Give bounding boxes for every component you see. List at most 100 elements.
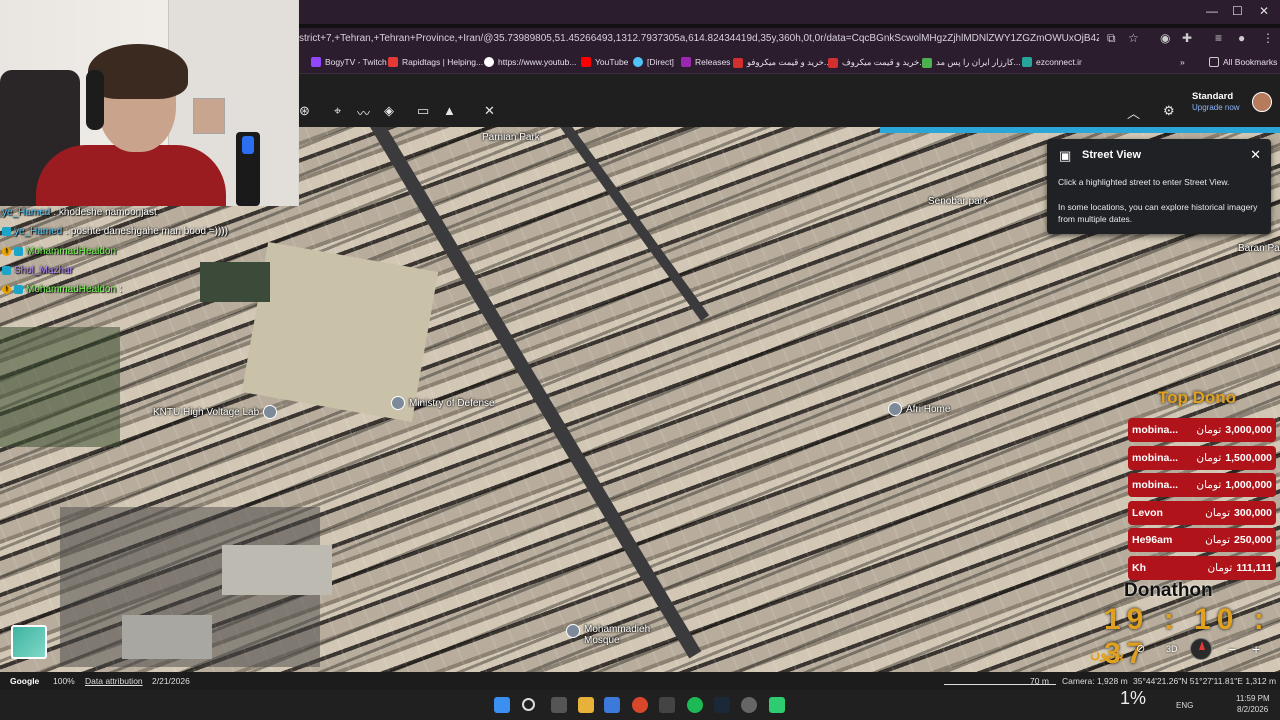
- bookmark-item[interactable]: Releases: [681, 57, 730, 67]
- minimize-button[interactable]: —: [1206, 4, 1218, 18]
- bookmark-item[interactable]: BogyTV - Twitch: [311, 57, 387, 67]
- account-plan: Standard: [1192, 91, 1234, 102]
- app-icon[interactable]: [769, 697, 785, 713]
- profile-icon[interactable]: ●: [1238, 31, 1245, 45]
- menu-icon[interactable]: ⋮: [1262, 31, 1274, 45]
- clock-time[interactable]: 11:59 PM: [1236, 694, 1270, 703]
- start-icon[interactable]: [494, 697, 510, 713]
- more-bookmarks-chevron-icon[interactable]: »: [1180, 57, 1185, 67]
- bookmark-item[interactable]: YouTube: [581, 57, 628, 67]
- place-pin[interactable]: Afri Home: [888, 402, 950, 416]
- street-view-panel: ▣ Street View ✕ Click a highlighted stre…: [1047, 139, 1271, 234]
- bookmark-item[interactable]: کارزار ایران را پس مد...: [922, 57, 1021, 68]
- media-icon[interactable]: ≡: [1215, 31, 1222, 45]
- bookmark-item[interactable]: خرید و قیمت میکروفو...: [733, 57, 831, 68]
- share-icon[interactable]: ✕: [484, 103, 495, 119]
- compass-icon[interactable]: [1190, 638, 1212, 660]
- place-pin[interactable]: Mohammadieh Mosque: [566, 624, 650, 646]
- ezconnect-icon: [1022, 57, 1032, 67]
- donation-list: mobina... تومان 3,000,000 mobina... تومان 1,…: [1128, 418, 1276, 584]
- image-capture-icon[interactable]: ▲: [443, 103, 456, 118]
- pin-icon: [888, 402, 902, 416]
- tree-area: [0, 327, 120, 447]
- zoom-in-button[interactable]: +: [1252, 641, 1260, 657]
- clock-date[interactable]: 8/2/2026: [1237, 705, 1268, 714]
- pin-icon: [263, 405, 278, 419]
- spotify-icon[interactable]: [687, 697, 703, 713]
- map-status-bar: Google 100% Data attribution 2/21/2026 7…: [0, 672, 1280, 690]
- avatar[interactable]: [1252, 92, 1272, 112]
- bookmark-item[interactable]: [Direct]: [633, 57, 674, 67]
- screen: — ☐ ✕ strict+7,+Tehran,+Tehran+Province,…: [0, 0, 1280, 720]
- puzzle-icon[interactable]: ✚: [1182, 31, 1192, 45]
- obs-icon[interactable]: [741, 697, 757, 713]
- coordinates: 35°44'21.26"N 51°27'11.81"E 1,312 m: [1133, 676, 1277, 686]
- zoom-out-button[interactable]: −: [1228, 641, 1236, 657]
- task-view-icon[interactable]: [551, 697, 567, 713]
- chat-overlay: ye_Hamed: khodeshe namoonjast ye_Hamed: …: [0, 203, 300, 299]
- language-indicator[interactable]: ENG: [1176, 701, 1193, 710]
- sub-badge-icon: [2, 266, 11, 276]
- place-label[interactable]: Senobar park: [928, 196, 988, 207]
- campaign-icon: [922, 57, 932, 68]
- place-label[interactable]: Baran Par: [1238, 243, 1280, 254]
- streamer: [16, 30, 226, 206]
- donathon-timer: 19 : 10 : 37: [1104, 603, 1270, 670]
- chat-message: ! MohammadHealdon:: [0, 280, 300, 299]
- steam-icon[interactable]: [714, 697, 730, 713]
- app-icon[interactable]: [659, 697, 675, 713]
- place-pin[interactable]: KNTU High Voltage Lab: [153, 405, 278, 419]
- close-icon[interactable]: ✕: [1250, 147, 1261, 163]
- settings-gear-icon[interactable]: ⚙: [1163, 103, 1175, 119]
- bookmark-star-icon[interactable]: ☆: [1128, 31, 1139, 45]
- bookmark-item[interactable]: خرید و قیمت میکروف...: [828, 57, 926, 68]
- place-label[interactable]: Parnian Park: [482, 132, 540, 143]
- ruler-icon[interactable]: ▭: [417, 103, 429, 119]
- 3d-toggle[interactable]: 3D: [1166, 644, 1178, 654]
- map-style-thumbnail[interactable]: [11, 625, 47, 659]
- vscode-icon[interactable]: [604, 697, 620, 713]
- path-icon[interactable]: 〰: [357, 103, 370, 122]
- maximize-button[interactable]: ☐: [1232, 4, 1243, 18]
- mod-badge-icon: !: [2, 285, 11, 295]
- viewers-label: پانتون: [1090, 645, 1124, 661]
- building: [222, 545, 332, 595]
- chat-message: Shol_Mazhar: [0, 261, 300, 280]
- no-tilt-icon[interactable]: ⊘: [1136, 642, 1145, 655]
- place-pin[interactable]: Ministry of Defense: [391, 396, 495, 410]
- search-icon[interactable]: [522, 698, 535, 711]
- layers-icon[interactable]: ◈: [384, 103, 394, 119]
- voyager-icon[interactable]: ⊛: [299, 103, 310, 119]
- upgrade-link[interactable]: Upgrade now: [1192, 103, 1240, 112]
- url-text[interactable]: strict+7,+Tehran,+Tehran+Province,+Iran/…: [299, 33, 1099, 44]
- zoom-level: 100%: [53, 676, 75, 686]
- microphone: [236, 132, 260, 206]
- sub-badge-icon: [14, 246, 23, 256]
- placemark-icon[interactable]: ⌖: [334, 103, 341, 119]
- all-bookmarks-button[interactable]: All Bookmarks: [1209, 57, 1277, 67]
- bookmark-item[interactable]: ezconnect.ir: [1022, 57, 1082, 67]
- highlighted-street: [880, 127, 1280, 133]
- donation-row: mobina... تومان 1,000,000: [1128, 473, 1276, 498]
- collapse-chevron-icon[interactable]: ︿: [1127, 103, 1140, 122]
- imagery-date: 2/21/2026: [152, 676, 190, 686]
- side-road: [560, 127, 710, 322]
- panel-text: In some locations, you can explore histo…: [1058, 202, 1258, 225]
- bookmark-item[interactable]: https://www.youtub...: [484, 57, 576, 67]
- mosque-pin-icon: [566, 624, 580, 638]
- file-explorer-icon[interactable]: [578, 697, 594, 713]
- chrome-icon[interactable]: [632, 697, 648, 713]
- donation-row: Kh تومان 111,111: [1128, 555, 1276, 580]
- youtube-icon: [581, 57, 591, 67]
- rapidtags-icon: [388, 57, 398, 67]
- extension-icon[interactable]: ◉: [1160, 31, 1170, 45]
- twitch-icon: [311, 57, 321, 67]
- building: [122, 615, 212, 659]
- shop-icon: [828, 57, 838, 68]
- open-in-app-icon[interactable]: ⧉: [1107, 31, 1116, 46]
- sub-badge-icon: [14, 285, 23, 295]
- data-attribution-link[interactable]: Data attribution: [85, 676, 143, 686]
- bookmark-item[interactable]: Rapidtags | Helping...: [388, 57, 483, 67]
- close-window-button[interactable]: ✕: [1259, 4, 1269, 18]
- pin-icon: [391, 396, 405, 410]
